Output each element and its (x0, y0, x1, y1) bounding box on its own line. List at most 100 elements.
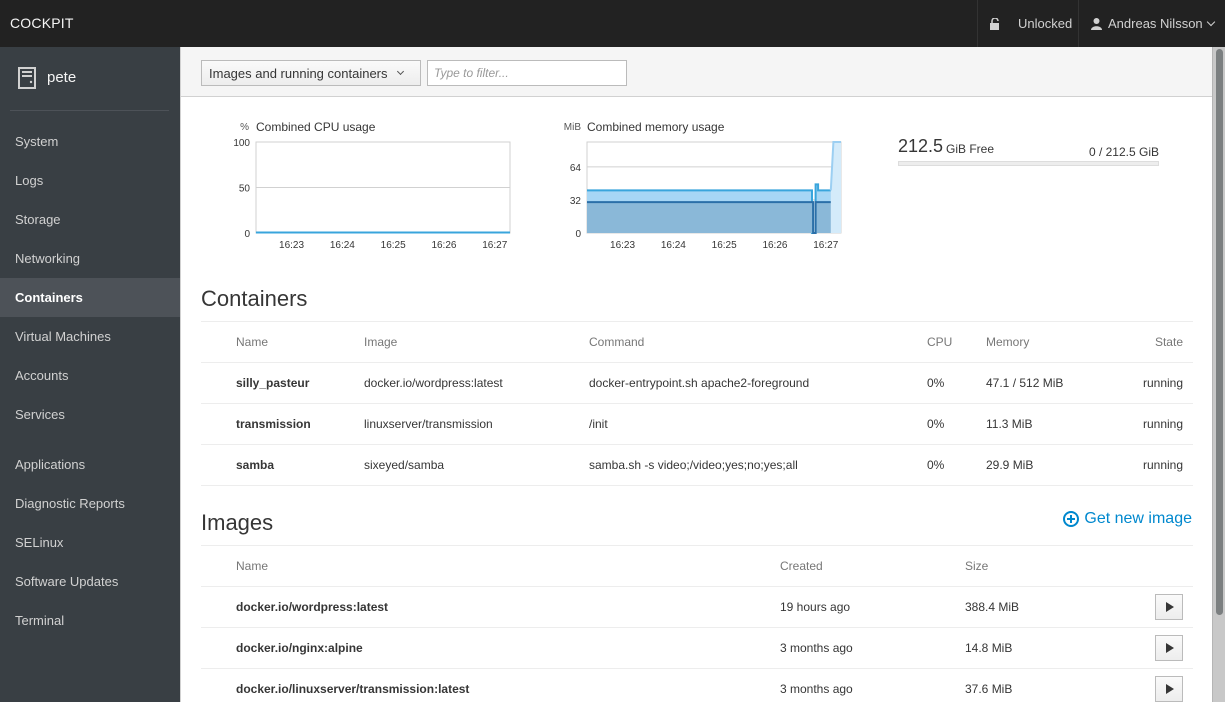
y-tick-label: 0 (244, 229, 250, 240)
col-header-image[interactable]: Image (364, 335, 397, 349)
storage-free-label: GiB Free (946, 142, 995, 156)
divider (201, 668, 1193, 669)
container-name[interactable]: silly_pasteur (236, 376, 309, 390)
sidebar-item-terminal[interactable]: Terminal (0, 601, 180, 640)
scrollbar-thumb[interactable] (1216, 49, 1223, 615)
col-header-state[interactable]: State (1111, 335, 1183, 349)
user-name-label: Andreas Nilsson (1108, 16, 1203, 31)
image-name[interactable]: docker.io/linuxserver/transmission:lates… (236, 682, 469, 696)
cpu-usage-chart: % Combined CPU usage 100 50 0 16:23 16:24 16:… (201, 117, 521, 257)
sidebar-item-applications[interactable]: Applications (0, 445, 180, 484)
main-content: Images and running containers % Combined… (180, 47, 1213, 702)
x-tick-label: 16:23 (610, 240, 635, 251)
col-header-cpu[interactable]: CPU (927, 335, 952, 349)
col-header-name[interactable]: Name (236, 559, 268, 573)
brand-logo[interactable]: COCKPIT (10, 15, 74, 31)
col-header-size[interactable]: Size (965, 559, 988, 573)
container-memory: 29.9 MiB (986, 458, 1034, 472)
x-tick-label: 16:27 (482, 240, 507, 251)
unlock-icon (990, 17, 999, 30)
container-filter-select-value: Images and running containers (209, 65, 388, 81)
hostname: pete (47, 69, 77, 86)
x-tick-label: 16:27 (813, 240, 838, 251)
sidebar-item-virtual-machines[interactable]: Virtual Machines (0, 317, 180, 356)
top-navbar: COCKPIT Unlocked Andreas Nilsson (0, 0, 1225, 47)
privilege-lock-toggle[interactable]: Unlocked (977, 0, 1078, 47)
containers-heading: Containers (201, 286, 308, 311)
container-filter-select[interactable]: Images and running containers (201, 60, 421, 86)
play-icon (1166, 684, 1174, 694)
x-tick-label: 16:24 (661, 240, 686, 251)
sidebar-item-storage[interactable]: Storage (0, 200, 180, 239)
y-tick-label: 100 (233, 138, 250, 149)
container-memory: 11.3 MiB (986, 417, 1033, 431)
sidebar-item-diagnostic-reports[interactable]: Diagnostic Reports (0, 484, 180, 523)
get-new-image-link[interactable]: Get new image (1063, 510, 1192, 528)
x-tick-label: 16:26 (762, 240, 787, 251)
divider (201, 485, 1193, 486)
divider (201, 444, 1193, 445)
container-memory: 47.1 / 512 MiB (986, 376, 1064, 390)
image-size: 14.8 MiB (965, 641, 1013, 655)
container-image: docker.io/wordpress:latest (364, 376, 503, 390)
run-image-button[interactable] (1155, 676, 1183, 702)
image-name[interactable]: docker.io/nginx:alpine (236, 641, 363, 655)
x-tick-label: 16:25 (381, 240, 406, 251)
container-cpu: 0% (927, 458, 945, 472)
lock-status-label: Unlocked (1018, 16, 1073, 31)
container-command: samba.sh -s video;/video;yes;no;yes;all (589, 458, 798, 472)
memory-series-area-samba (587, 202, 841, 233)
sidebar-item-networking[interactable]: Networking (0, 239, 180, 278)
run-image-button[interactable] (1155, 594, 1183, 620)
divider (201, 362, 1193, 363)
y-tick-label: 64 (570, 163, 582, 174)
sidebar-item-system[interactable]: System (0, 122, 180, 161)
container-state: running (1142, 417, 1183, 431)
divider (201, 586, 1193, 587)
image-created: 3 months ago (780, 682, 853, 696)
play-icon (1166, 643, 1174, 653)
image-size: 37.6 MiB (965, 682, 1013, 696)
image-created: 19 hours ago (780, 600, 851, 614)
image-size: 388.4 MiB (965, 600, 1020, 614)
container-image: linuxserver/transmission (364, 417, 493, 431)
user-menu[interactable]: Andreas Nilsson (1078, 0, 1225, 47)
main-scrollbar[interactable] (1212, 47, 1225, 702)
container-name[interactable]: transmission (236, 417, 311, 431)
play-icon (1166, 602, 1174, 612)
divider (201, 321, 1193, 322)
sidebar-item-software-updates[interactable]: Software Updates (0, 562, 180, 601)
divider (201, 627, 1193, 628)
sidebar-item-accounts[interactable]: Accounts (0, 356, 180, 395)
sidebar-divider (10, 110, 169, 111)
x-tick-label: 16:24 (330, 240, 355, 251)
y-tick-label: 50 (239, 184, 251, 195)
col-header-name[interactable]: Name (236, 335, 268, 349)
col-header-command[interactable]: Command (589, 335, 644, 349)
y-tick-label: 0 (575, 229, 581, 240)
chevron-down-icon (396, 67, 404, 75)
container-image: sixeyed/samba (364, 458, 445, 472)
host-switcher[interactable]: pete (0, 47, 180, 110)
sidebar-item-logs[interactable]: Logs (0, 161, 180, 200)
sidebar-item-containers[interactable]: Containers (0, 278, 180, 317)
server-icon (18, 67, 36, 89)
sidebar-item-services[interactable]: Services (0, 395, 180, 434)
container-command: /init (589, 417, 608, 431)
sidebar-item-selinux[interactable]: SELinux (0, 523, 180, 562)
memory-usage-chart: MiB Combined memory usage 64 32 0 16:23 16:2… (537, 117, 857, 257)
col-header-memory[interactable]: Memory (986, 335, 1029, 349)
container-state: running (1142, 458, 1183, 472)
run-image-button[interactable] (1155, 635, 1183, 661)
col-header-created[interactable]: Created (780, 559, 823, 573)
filter-input[interactable] (427, 60, 627, 86)
x-tick-label: 16:23 (279, 240, 304, 251)
x-tick-label: 16:26 (431, 240, 456, 251)
container-state: running (1142, 376, 1183, 390)
get-new-image-label: Get new image (1084, 510, 1192, 527)
plus-circle-icon (1063, 511, 1080, 527)
storage-total: 0 / 212.5 GiB (1088, 145, 1159, 159)
images-heading: Images (201, 510, 274, 535)
container-name[interactable]: samba (236, 458, 274, 472)
image-name[interactable]: docker.io/wordpress:latest (236, 600, 388, 614)
